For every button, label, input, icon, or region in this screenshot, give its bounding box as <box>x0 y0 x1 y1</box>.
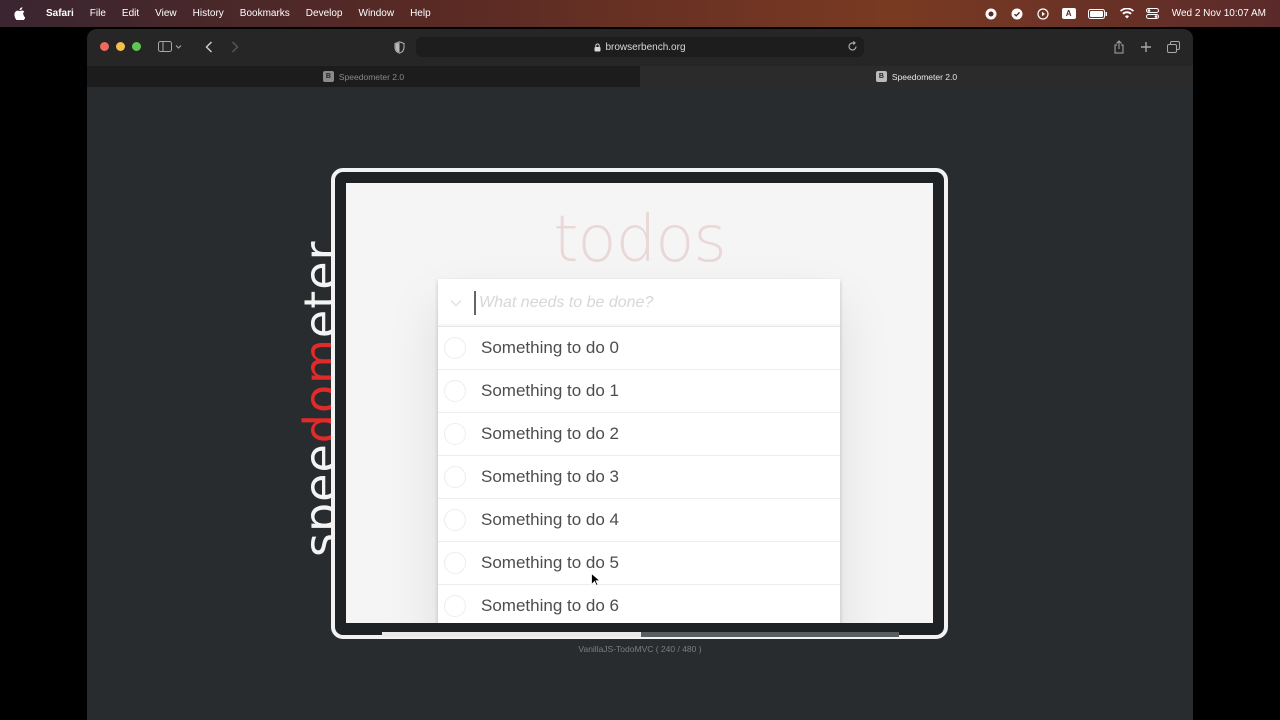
todo-checkbox[interactable] <box>444 466 466 488</box>
todo-label: Something to do 3 <box>481 467 619 486</box>
todo-item[interactable]: Something to do 3 <box>438 456 840 499</box>
menu-edit[interactable]: Edit <box>122 8 139 19</box>
todo-item[interactable]: Something to do 0 <box>438 327 840 370</box>
reload-icon[interactable] <box>847 41 858 52</box>
todo-label: Something to do 2 <box>481 424 619 443</box>
new-todo-row <box>438 279 840 327</box>
mouse-pointer-icon <box>591 572 602 591</box>
favicon-icon: B <box>322 71 334 82</box>
tab-speedometer-2[interactable]: B Speedometer 2.0 <box>640 66 1193 87</box>
todo-item[interactable]: Something to do 5 <box>438 542 840 585</box>
browser-window: browserbench.org B Speedometer 2.0 B Spe… <box>87 29 1193 720</box>
minimize-window-button[interactable] <box>116 42 125 51</box>
menu-bookmarks[interactable]: Bookmarks <box>240 8 290 19</box>
page-content: speedometer todos Something to do 0 Some… <box>87 87 1193 720</box>
toggle-all-button[interactable] <box>438 299 474 307</box>
todo-item[interactable]: Something to do 4 <box>438 499 840 542</box>
sidebar-icon <box>158 41 182 52</box>
new-tab-button[interactable] <box>1139 39 1153 55</box>
share-button[interactable] <box>1112 39 1126 55</box>
play-icon[interactable] <box>1036 7 1050 21</box>
menu-view[interactable]: View <box>155 8 177 19</box>
tab-bar: B Speedometer 2.0 B Speedometer 2.0 <box>87 66 1193 87</box>
menu-file[interactable]: File <box>90 8 106 19</box>
share-icon <box>1114 40 1124 54</box>
sidebar-toggle-button[interactable] <box>157 39 183 55</box>
progress-fill <box>382 632 641 637</box>
todo-list-card: Something to do 0 Something to do 1 Some… <box>438 279 840 623</box>
privacy-report-button[interactable] <box>392 39 406 55</box>
todo-checkbox[interactable] <box>444 552 466 574</box>
chevron-down-icon <box>450 299 462 307</box>
input-source-icon[interactable]: A <box>1061 7 1076 21</box>
favicon-icon: B <box>875 71 887 82</box>
chevron-left-icon <box>205 41 213 53</box>
todo-label: Something to do 0 <box>481 338 619 357</box>
input-source-label: A <box>1061 8 1076 19</box>
menubar-clock[interactable]: Wed 2 Nov 10:07 AM <box>1172 8 1266 19</box>
menu-window[interactable]: Window <box>359 8 395 19</box>
todo-checkbox[interactable] <box>444 509 466 531</box>
menu-bar: Safari File Edit View History Bookmarks … <box>0 0 1280 27</box>
wifi-icon[interactable] <box>1119 7 1134 21</box>
apple-menu-icon[interactable] <box>14 7 28 20</box>
menu-develop[interactable]: Develop <box>306 8 343 19</box>
todo-label: Something to do 4 <box>481 510 619 529</box>
browser-toolbar: browserbench.org <box>87 29 1193 66</box>
todos-heading: todos <box>553 203 726 277</box>
todo-item[interactable]: Something to do 2 <box>438 413 840 456</box>
todomvc-app: todos Something to do 0 Something to do … <box>346 183 933 623</box>
benchmark-caption: VanillaJS-TodoMVC ( 240 / 480 ) <box>578 644 702 654</box>
todo-item[interactable]: Something to do 6 <box>438 585 840 623</box>
lock-icon <box>594 43 601 52</box>
chevron-right-icon <box>231 41 239 53</box>
window-controls <box>100 42 141 51</box>
forward-button[interactable] <box>229 39 241 55</box>
todo-checkbox[interactable] <box>444 380 466 402</box>
todo-checkbox[interactable] <box>444 337 466 359</box>
tab-label: Speedometer 2.0 <box>338 71 405 82</box>
record-icon[interactable] <box>984 7 998 21</box>
tab-overview-button[interactable] <box>1166 39 1180 55</box>
menu-help[interactable]: Help <box>410 8 431 19</box>
back-button[interactable] <box>203 39 215 55</box>
todo-list: Something to do 0 Something to do 1 Some… <box>438 327 840 623</box>
menu-history[interactable]: History <box>193 8 224 19</box>
tab-label: Speedometer 2.0 <box>891 71 958 82</box>
menu-app-safari[interactable]: Safari <box>46 8 74 19</box>
benchmark-progress-bar <box>382 632 899 637</box>
new-todo-input[interactable] <box>474 290 814 315</box>
control-center-icon[interactable] <box>1146 7 1160 21</box>
close-window-button[interactable] <box>100 42 109 51</box>
todo-item[interactable]: Something to do 1 <box>438 370 840 413</box>
tab-speedometer-1[interactable]: B Speedometer 2.0 <box>87 66 640 87</box>
address-bar[interactable]: browserbench.org <box>416 37 864 57</box>
battery-icon[interactable] <box>1087 7 1108 21</box>
todo-label: Something to do 5 <box>481 553 619 572</box>
tab-overview-icon <box>1166 41 1180 53</box>
todo-label: Something to do 6 <box>481 596 619 615</box>
todo-label: Something to do 1 <box>481 381 619 400</box>
checkmark-icon[interactable] <box>1010 7 1024 21</box>
todo-checkbox[interactable] <box>444 595 466 617</box>
shield-icon <box>394 40 404 54</box>
zoom-window-button[interactable] <box>132 42 141 51</box>
url-text: browserbench.org <box>605 41 686 53</box>
todo-checkbox[interactable] <box>444 423 466 445</box>
plus-icon <box>1141 42 1151 52</box>
